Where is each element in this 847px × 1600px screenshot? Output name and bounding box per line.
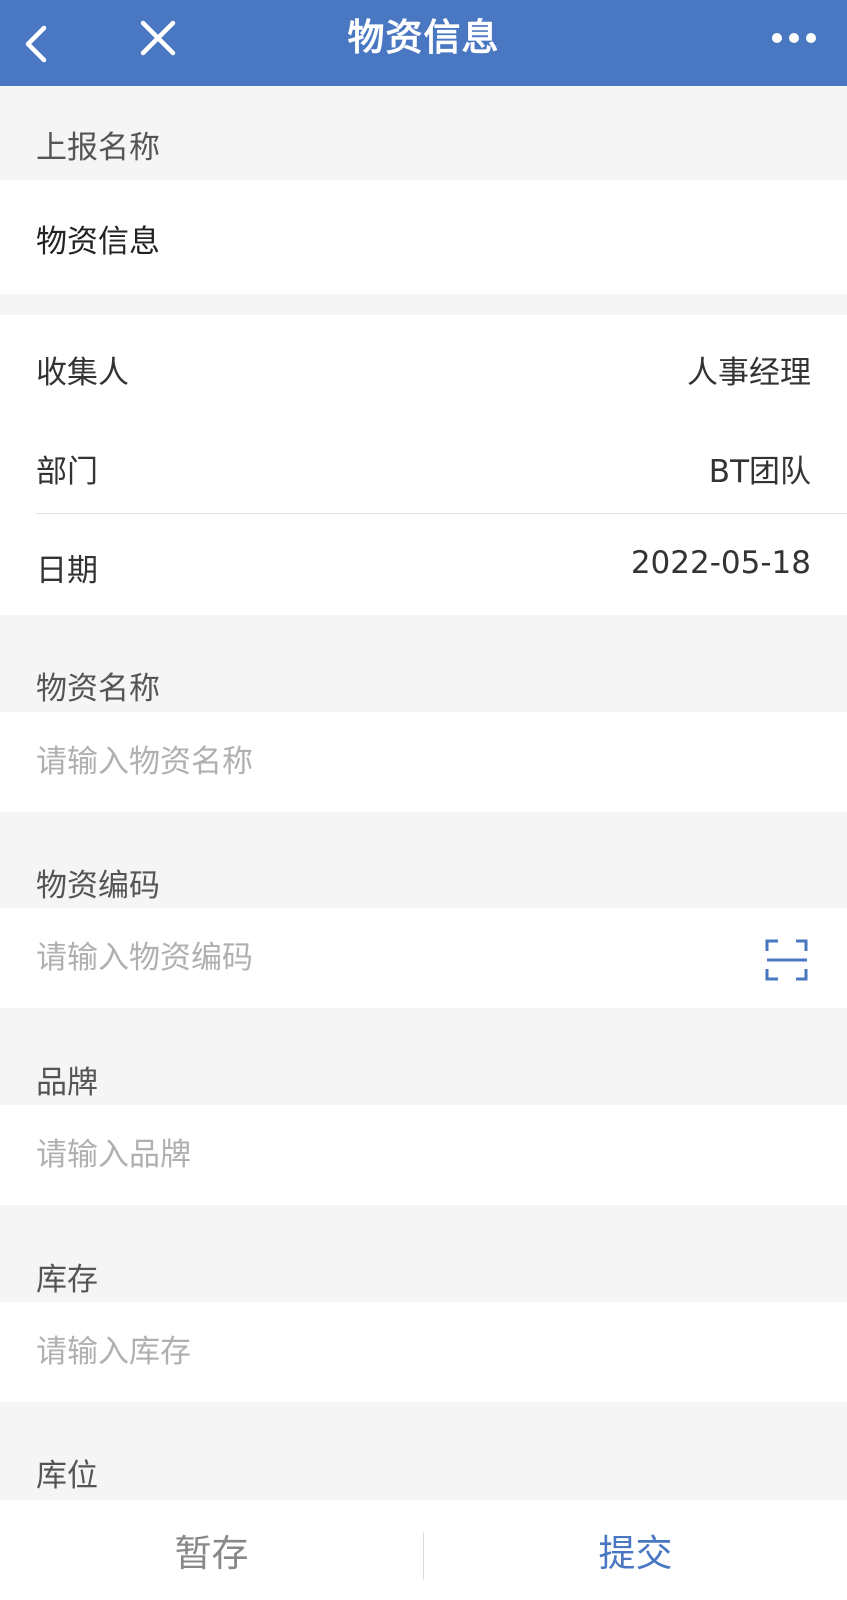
report-name-block: 物资信息 bbox=[0, 180, 847, 294]
info-divider bbox=[36, 513, 847, 514]
stock-block bbox=[0, 1302, 847, 1402]
collector-label: 收集人 bbox=[36, 355, 129, 391]
more-button[interactable] bbox=[759, 10, 829, 66]
report-name-value: 物资信息 bbox=[36, 224, 160, 260]
material-name-input[interactable] bbox=[36, 734, 716, 790]
date-value: 2022-05-18 bbox=[630, 545, 811, 581]
date-label: 日期 bbox=[36, 553, 98, 589]
screen: 物资信息 上报名称 物资信息 收集人 人事经理 部门 BT团队 日期 2022-… bbox=[0, 0, 847, 1600]
report-name-label: 上报名称 bbox=[36, 130, 160, 166]
stock-input[interactable] bbox=[36, 1324, 716, 1380]
page-title: 物资信息 bbox=[347, 16, 500, 59]
stock-label: 库存 bbox=[36, 1262, 98, 1298]
material-name-block bbox=[0, 712, 847, 812]
save-draft-button[interactable]: 暂存 bbox=[0, 1500, 423, 1600]
top-nav-bar: 物资信息 bbox=[0, 0, 847, 86]
info-block: 收集人 人事经理 部门 BT团队 日期 2022-05-18 bbox=[0, 315, 847, 615]
material-code-block bbox=[0, 908, 847, 1008]
submit-button[interactable]: 提交 bbox=[424, 1500, 847, 1600]
collector-value: 人事经理 bbox=[687, 355, 811, 391]
material-code-label: 物资编码 bbox=[36, 868, 160, 904]
department-label: 部门 bbox=[36, 454, 98, 490]
brand-input[interactable] bbox=[36, 1127, 716, 1183]
brand-label: 品牌 bbox=[36, 1065, 98, 1101]
more-horizontal-icon bbox=[772, 33, 816, 43]
department-value: BT团队 bbox=[708, 454, 811, 490]
brand-block bbox=[0, 1105, 847, 1205]
material-name-label: 物资名称 bbox=[36, 671, 160, 707]
scan-icon[interactable] bbox=[765, 938, 809, 982]
material-code-input[interactable] bbox=[36, 930, 716, 986]
bottom-action-bar: 暂存 提交 bbox=[0, 1500, 847, 1600]
location-label: 库位 bbox=[36, 1458, 98, 1494]
